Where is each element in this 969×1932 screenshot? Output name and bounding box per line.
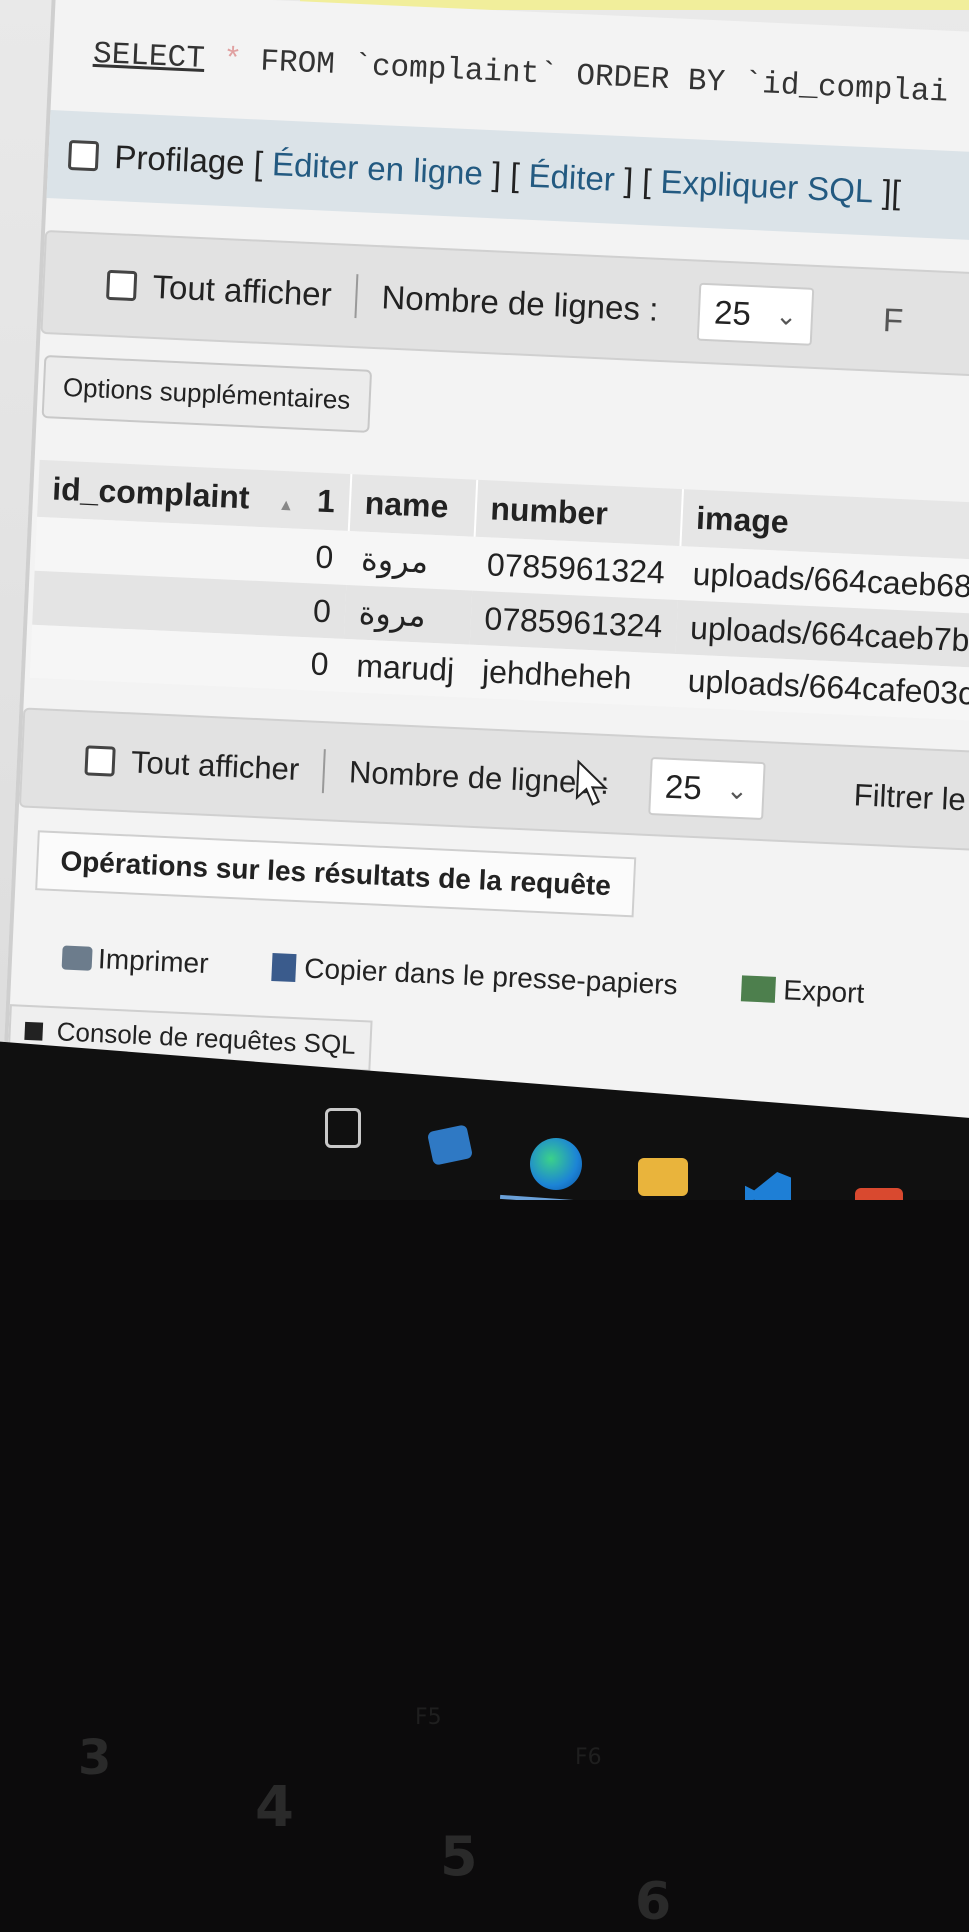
cell-number: jehdheheh [466, 644, 676, 707]
rows-select-value: 25 [664, 767, 703, 807]
bracket: ] [491, 155, 503, 193]
file-explorer-icon[interactable] [638, 1158, 688, 1196]
column-header-name[interactable]: name [348, 474, 477, 537]
bracket: [ [641, 161, 653, 200]
key-label: 6 [635, 1872, 672, 1932]
print-link[interactable]: Imprimer [61, 941, 209, 980]
task-view-icon[interactable] [325, 1108, 361, 1148]
inline-edit-link[interactable]: Éditer en ligne [271, 145, 483, 193]
edge-icon[interactable] [530, 1138, 582, 1190]
chevron-down-icon: ⌄ [725, 773, 749, 805]
sql-star: * [222, 42, 243, 79]
show-all-checkbox[interactable] [106, 269, 138, 302]
cell-name: marudj [341, 638, 470, 698]
filter-label: Filtrer le [853, 777, 967, 818]
sql-select-keyword: SELECT [92, 36, 206, 77]
print-label: Imprimer [97, 943, 210, 980]
sql-query: SELECT * FROM `complaint` ORDER BY `id_c… [92, 37, 948, 111]
separator [354, 274, 359, 319]
query-results-operations-title: Opérations sur les résultats de la requê… [35, 830, 637, 918]
mouse-cursor-icon [575, 759, 608, 806]
bracket: [ [509, 156, 521, 194]
rows-label: Nombre de lignes : [380, 278, 660, 328]
rows-label: Nombre de lignes : [348, 754, 610, 802]
printer-icon [61, 945, 93, 971]
key-label: F6 [575, 1745, 602, 1770]
filter-label-cut: F [882, 301, 905, 339]
explain-sql-link[interactable]: Expliquer SQL [660, 163, 874, 211]
sort-ascending-icon: ▲ [277, 496, 295, 515]
rows-select[interactable]: 25 ⌄ [696, 282, 815, 346]
show-all-checkbox[interactable] [84, 745, 116, 777]
show-all-label: Tout afficher [151, 267, 333, 313]
cell-name: مروة [346, 531, 475, 591]
key-label: F5 [415, 1705, 442, 1730]
results-table: id_complaint ▲ 1 name number image 0 مرو… [29, 459, 969, 722]
cell-number: 0785961324 [469, 590, 678, 654]
monitor-screen: SELECT * FROM `complaint` ORDER BY `id_c… [0, 0, 969, 1200]
operations-row: Imprimer Copier dans le presse-papiers E… [61, 941, 928, 1012]
clipboard-icon [271, 953, 297, 983]
edit-link[interactable]: Éditer [528, 157, 616, 199]
rows-select-value: 25 [713, 293, 752, 333]
show-all-label: Tout afficher [130, 744, 300, 787]
profiling-bar: Profilage [ Éditer en ligne ] [ Éditer ]… [46, 110, 969, 248]
key-label: 3 [78, 1730, 112, 1786]
cell-name: مروة [343, 584, 472, 645]
profiling-checkbox[interactable] [67, 139, 100, 172]
export-icon [740, 975, 776, 1003]
console-icon [24, 1021, 44, 1041]
profiling-label: Profilage [113, 138, 246, 181]
navigation-bar-bottom: Tout afficher Nombre de lignes : 25 ⌄ Fi… [18, 707, 969, 858]
export-label: Export [782, 974, 865, 1009]
chevron-down-icon: ⌄ [774, 299, 798, 331]
extra-options-button[interactable]: Options supplémentaires [41, 355, 372, 433]
key-label: 4 [255, 1775, 294, 1840]
bracket: [ [890, 173, 902, 211]
bracket: [ [252, 144, 264, 182]
key-label: 5 [440, 1825, 478, 1888]
column-header-label: id_complaint [51, 470, 251, 516]
phpmyadmin-page: SELECT * FROM `complaint` ORDER BY `id_c… [0, 0, 969, 1200]
bracket: ] [623, 161, 634, 199]
sql-query-rest: FROM `complaint` ORDER BY `id_complai [259, 44, 949, 111]
copy-label: Copier dans le presse-papiers [303, 952, 679, 1001]
copy-to-clipboard-link[interactable]: Copier dans le presse-papiers [271, 951, 679, 1001]
column-header-number[interactable]: number [474, 479, 683, 547]
separator [322, 749, 327, 794]
rows-select[interactable]: 25 ⌄ [647, 756, 766, 821]
cell-number: 0785961324 [471, 536, 680, 601]
xampp-icon[interactable] [855, 1188, 903, 1200]
sort-order-number: 1 [316, 482, 336, 520]
export-link[interactable]: Export [740, 972, 865, 1010]
